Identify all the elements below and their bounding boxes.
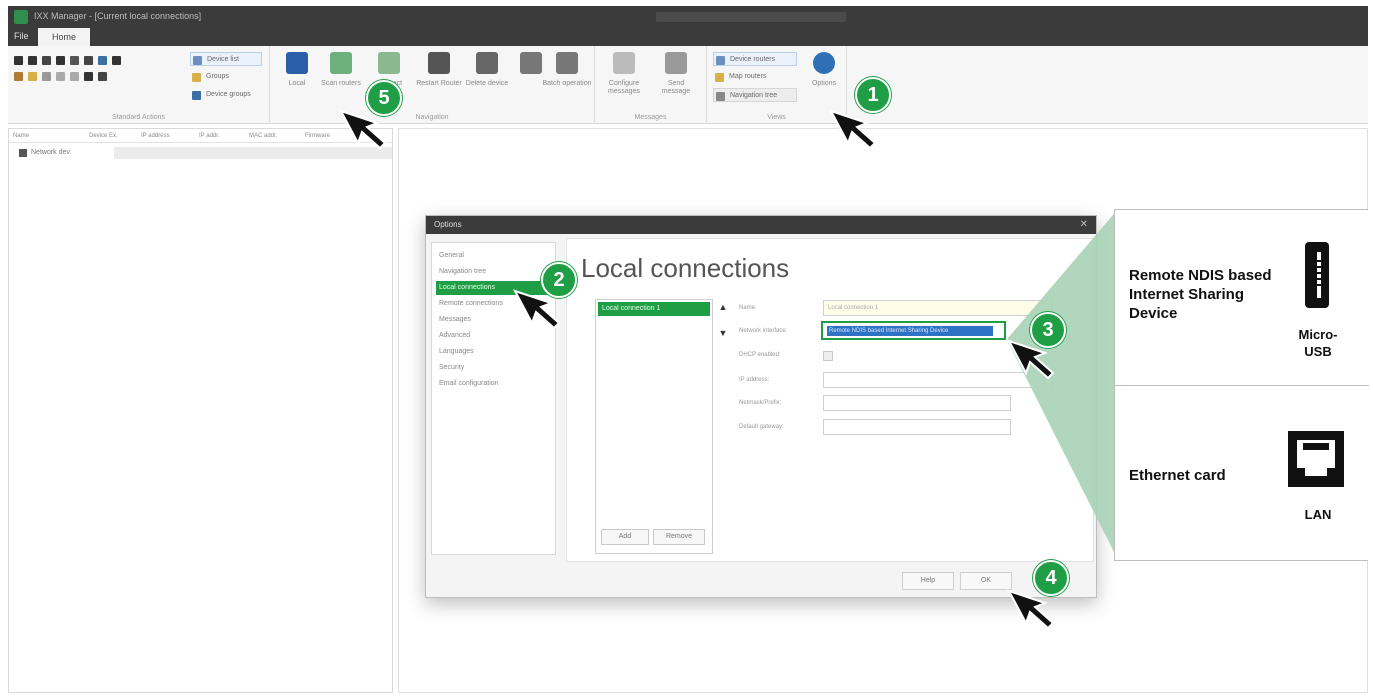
- usb-device-label: Remote NDIS based Internet Sharing Devic…: [1129, 267, 1272, 322]
- cursor-arrow-icon: [1006, 339, 1055, 380]
- cursor-arrow-icon: [828, 109, 877, 150]
- lan-caption: LAN: [1304, 507, 1332, 522]
- info-divider: [1115, 385, 1369, 386]
- cursor-arrow-icon: [1006, 589, 1055, 630]
- callout-shape: [1008, 209, 1118, 560]
- cursor-arrow-icon: [512, 289, 561, 330]
- micro-usb-icon: [1305, 242, 1329, 308]
- interface-info-panel: Remote NDIS based Internet Sharing Devic…: [1114, 209, 1369, 561]
- ethernet-card-label: Ethernet card: [1129, 467, 1226, 484]
- lan-port-icon: [1288, 431, 1344, 487]
- micro-usb-caption: Micro-USB: [1298, 327, 1338, 359]
- cursor-arrow-icon: [338, 109, 387, 150]
